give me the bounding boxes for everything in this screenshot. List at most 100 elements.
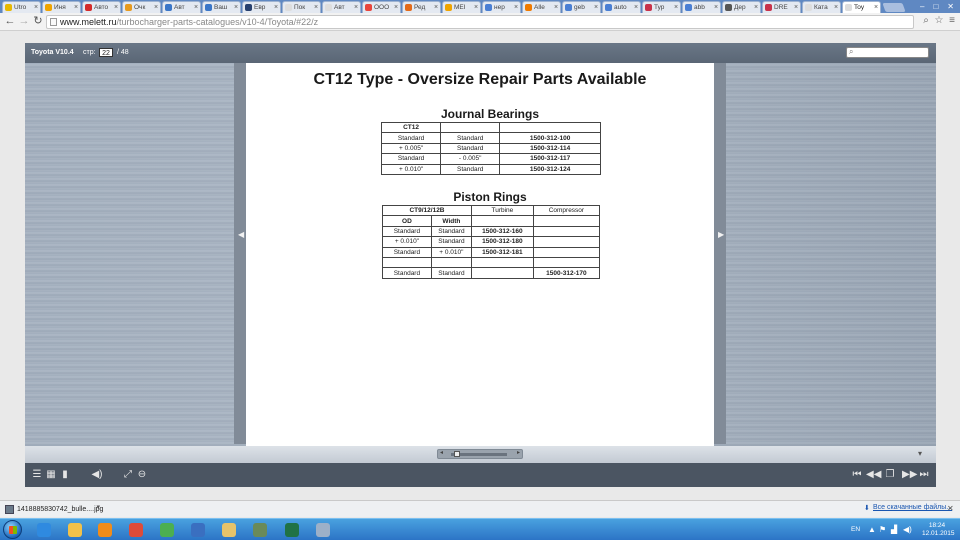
network-icon[interactable]: ▟ (891, 525, 897, 534)
close-icon[interactable]: × (232, 4, 240, 11)
close-icon[interactable]: × (832, 4, 840, 11)
close-icon[interactable]: × (352, 4, 360, 11)
taskbar-excel-button[interactable] (282, 521, 302, 539)
close-icon[interactable]: × (272, 4, 280, 11)
first-page-icon[interactable]: ⏮ (851, 468, 863, 482)
close-icon[interactable]: × (312, 4, 320, 11)
close-icon[interactable]: × (552, 4, 560, 11)
browser-tab[interactable]: Тур × (642, 1, 681, 13)
favicon-icon (485, 4, 492, 11)
thumbnails-grid-icon[interactable]: ▦ (45, 468, 57, 482)
language-indicator[interactable]: EN (851, 526, 860, 533)
clock[interactable]: 18:24 12.01.2015 (922, 522, 955, 538)
taskbar-icq-button[interactable] (157, 521, 177, 539)
browser-tab[interactable]: Авт × (162, 1, 201, 13)
volume-icon[interactable]: ◀) (903, 525, 912, 534)
close-icon[interactable]: × (512, 4, 520, 11)
browser-tab[interactable]: нер × (482, 1, 521, 13)
page-number-input[interactable]: 22 (99, 48, 113, 57)
taskbar-file-explorer-button[interactable] (65, 521, 85, 539)
close-icon[interactable]: ✕ (947, 2, 954, 11)
browser-tab[interactable]: abb × (682, 1, 721, 13)
browser-tab[interactable]: Иня × (42, 1, 81, 13)
table-of-contents-icon[interactable]: ☰ (31, 468, 43, 482)
pages-view-icon[interactable]: ❐ (884, 468, 896, 482)
close-icon[interactable]: × (872, 4, 880, 11)
close-icon[interactable]: × (752, 4, 760, 11)
zoom-icon[interactable]: ⊖ (136, 468, 148, 482)
close-icon[interactable]: × (152, 4, 160, 11)
close-icon[interactable]: × (72, 4, 80, 11)
browser-tab[interactable]: Ред × (402, 1, 441, 13)
maximize-icon[interactable]: □ (933, 2, 938, 11)
reload-icon[interactable]: ↻ (31, 14, 45, 28)
minimize-icon[interactable]: – (920, 2, 924, 11)
taskbar-internet-explorer-button[interactable] (34, 521, 54, 539)
sound-icon[interactable]: ◀) (91, 468, 103, 482)
start-button[interactable] (3, 520, 22, 539)
browser-tab[interactable]: Авто × (82, 1, 121, 13)
browser-tab[interactable]: Евр × (242, 1, 281, 13)
close-icon[interactable]: × (632, 4, 640, 11)
bookmark-star-icon[interactable]: ☆ (933, 14, 945, 28)
taskbar-folder-button[interactable] (219, 521, 239, 539)
taskbar-network-app-button[interactable] (188, 521, 208, 539)
taskbar-globe-app-button[interactable] (250, 521, 270, 539)
forward-arrow-icon[interactable]: → (17, 14, 31, 28)
close-icon[interactable]: × (712, 4, 720, 11)
browser-tab[interactable]: Ката × (802, 1, 841, 13)
new-tab-button[interactable] (882, 3, 906, 12)
download-item[interactable]: 1418885830742_bulle....jpg ▾ (3, 503, 103, 516)
browser-tab[interactable]: Utro × (2, 1, 41, 13)
browser-tab[interactable]: Toy × (842, 1, 881, 13)
taskbar-media-player-button[interactable] (95, 521, 115, 539)
close-icon[interactable]: × (592, 4, 600, 11)
taskbar-notepad-button[interactable] (313, 521, 333, 539)
show-all-downloads-link[interactable]: ⬇ Все скачанные файлы... (864, 504, 952, 512)
table-cell: 1500-312-180 (470, 236, 534, 248)
menu-icon[interactable]: ≡ (946, 14, 958, 28)
back-arrow-icon[interactable]: ← (3, 14, 17, 28)
taskbar-chrome-button[interactable] (126, 521, 146, 539)
browser-tab[interactable]: geb × (562, 1, 601, 13)
previous-page-icon[interactable]: ◀◀ (866, 468, 881, 482)
chevron-down-icon[interactable]: ▾ (918, 449, 922, 458)
chevron-down-icon[interactable]: ▾ (96, 501, 100, 514)
close-icon[interactable]: × (112, 4, 120, 11)
close-icon[interactable]: × (32, 4, 40, 11)
fullscreen-icon[interactable]: ⤢ (122, 468, 134, 482)
table-cell: Standard (382, 267, 432, 279)
zoom-in-icon[interactable]: ▸ (517, 449, 520, 456)
browser-tab[interactable]: auto × (602, 1, 641, 13)
close-icon[interactable]: × (672, 4, 680, 11)
close-icon[interactable]: × (192, 4, 200, 11)
address-bar[interactable]: www.melett.ru/turbocharger-parts-catalog… (46, 15, 914, 29)
zoom-slider[interactable]: ◂ ▸ (437, 449, 523, 459)
browser-tab[interactable]: Alle × (522, 1, 561, 13)
tray-expand-icon[interactable]: ▲ (868, 525, 876, 534)
browser-tab[interactable]: DRE × (762, 1, 801, 13)
browser-tab[interactable]: Пок × (282, 1, 321, 13)
last-page-icon[interactable]: ⏭ (918, 468, 930, 482)
close-icon[interactable]: × (792, 4, 800, 11)
close-icon[interactable]: × (472, 4, 480, 11)
zoom-out-icon[interactable]: ◂ (440, 449, 443, 456)
browser-tab[interactable]: MEI × (442, 1, 481, 13)
close-icon[interactable]: × (392, 4, 400, 11)
close-icon[interactable]: ✕ (947, 504, 954, 513)
browser-tab[interactable]: ООО × (362, 1, 401, 13)
browser-tab[interactable]: Дер × (722, 1, 761, 13)
browser-tab[interactable]: Ваш × (202, 1, 241, 13)
tab-title: DRE (774, 4, 788, 11)
zoom-handle[interactable] (454, 451, 460, 457)
flag-icon[interactable]: ⚑ (879, 525, 886, 534)
next-page-arrow-icon[interactable]: ▶ (718, 230, 724, 239)
next-page-icon[interactable]: ▶▶ (902, 468, 917, 482)
search-icon[interactable]: ⌕ (920, 14, 932, 28)
browser-tab[interactable]: Очк × (122, 1, 161, 13)
bookmark-icon[interactable]: ▮ (59, 468, 71, 482)
previous-page-arrow-icon[interactable]: ◀ (238, 230, 244, 239)
viewer-search-input[interactable]: ⌕ (846, 47, 929, 58)
browser-tab[interactable]: Авт × (322, 1, 361, 13)
close-icon[interactable]: × (432, 4, 440, 11)
